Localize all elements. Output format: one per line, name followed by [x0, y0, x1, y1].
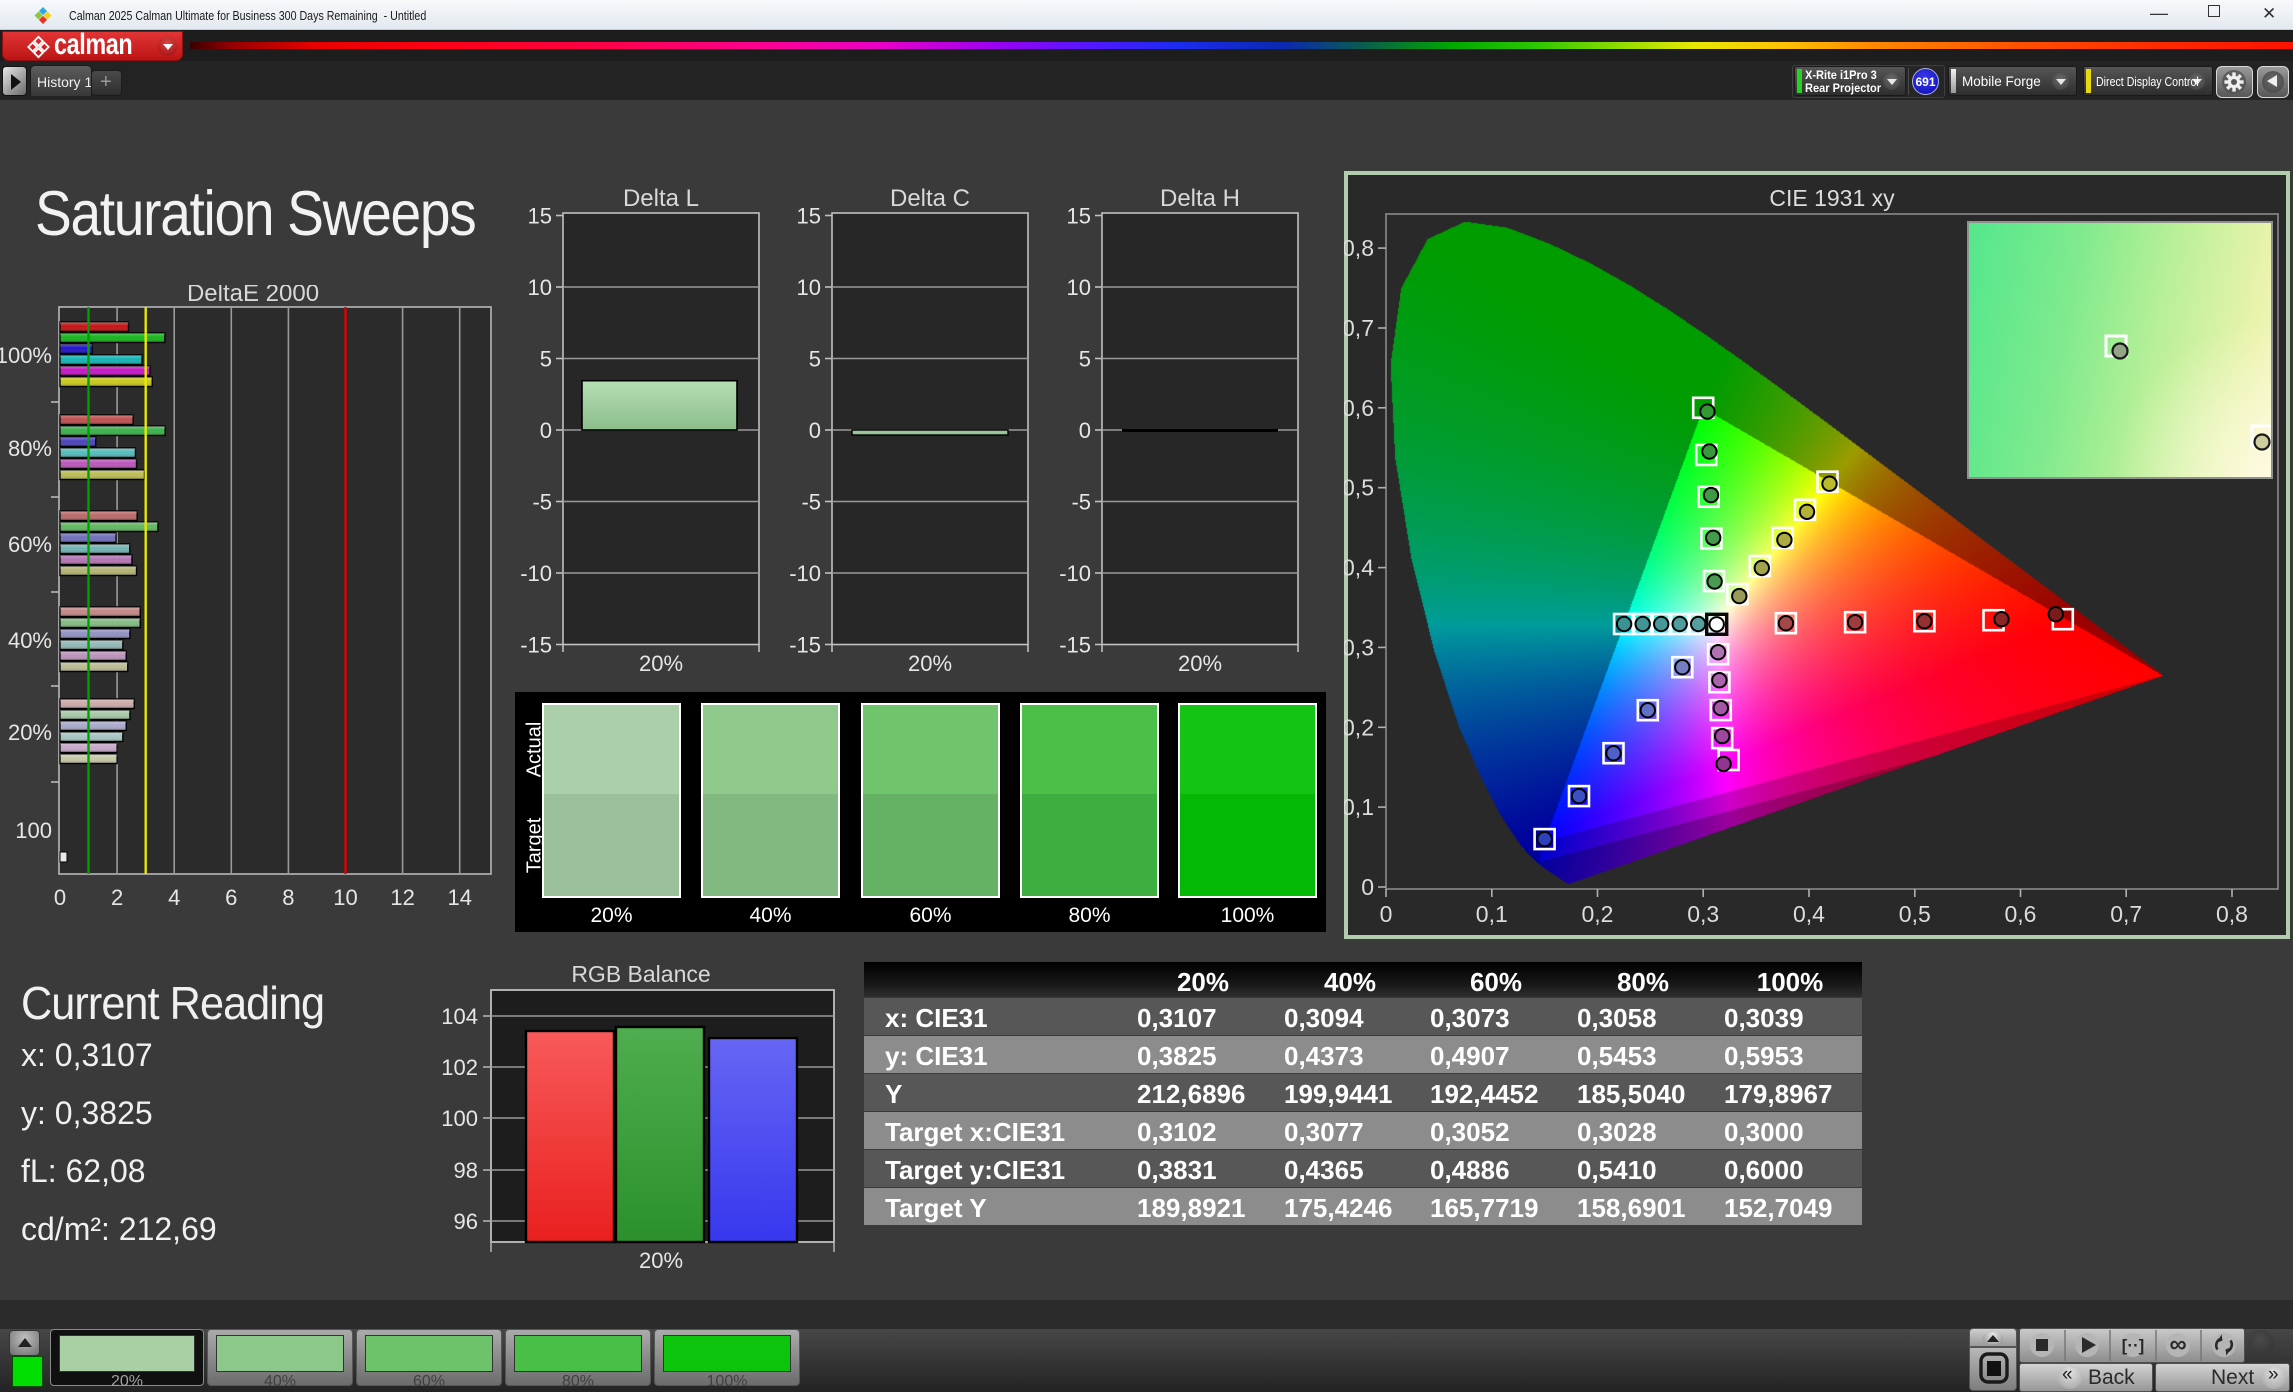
svg-text:80%: 80%: [8, 436, 52, 461]
svg-text:0: 0: [1361, 874, 1374, 900]
svg-text:20%: 20%: [908, 651, 952, 676]
svg-text:∞: ∞: [2169, 1331, 2186, 1358]
svg-text:-10: -10: [520, 561, 552, 586]
svg-text:15: 15: [1067, 204, 1091, 229]
svg-text:0,7: 0,7: [2110, 901, 2142, 927]
svg-text:5: 5: [809, 347, 821, 372]
svg-text:20%: 20%: [639, 651, 683, 676]
svg-text:-10: -10: [1059, 561, 1091, 586]
svg-text:100%: 100%: [0, 343, 52, 368]
svg-text:100: 100: [441, 1106, 478, 1131]
svg-text:2: 2: [111, 885, 123, 910]
svg-text:0,4: 0,4: [1793, 901, 1825, 927]
svg-text:0: 0: [54, 885, 66, 910]
svg-text:102: 102: [441, 1055, 478, 1080]
svg-text:12: 12: [390, 885, 414, 910]
svg-text:4: 4: [168, 885, 180, 910]
svg-text:10: 10: [797, 275, 821, 300]
svg-text:10: 10: [333, 885, 357, 910]
svg-text:15: 15: [528, 204, 552, 229]
svg-text:0,1: 0,1: [1344, 794, 1374, 820]
svg-text:0,2: 0,2: [1344, 714, 1374, 740]
svg-text:104: 104: [441, 1004, 478, 1029]
svg-text:60%: 60%: [8, 532, 52, 557]
svg-text:8: 8: [282, 885, 294, 910]
svg-text:0,8: 0,8: [2216, 901, 2248, 927]
svg-text:CIE 1931 xy: CIE 1931 xy: [1769, 185, 1895, 211]
svg-text:0: 0: [809, 418, 821, 443]
svg-text:Delta H: Delta H: [1160, 185, 1240, 212]
svg-text:0,6: 0,6: [1344, 395, 1374, 421]
svg-text:-5: -5: [532, 490, 552, 515]
svg-text:14: 14: [447, 885, 471, 910]
svg-text:0,2: 0,2: [1582, 901, 1614, 927]
svg-text:-5: -5: [1071, 490, 1091, 515]
svg-text:10: 10: [528, 275, 552, 300]
svg-text:Delta L: Delta L: [623, 185, 699, 212]
svg-text:5: 5: [1079, 347, 1091, 372]
svg-text:0: 0: [1380, 901, 1393, 927]
svg-text:0,6: 0,6: [2005, 901, 2037, 927]
svg-text:DeltaE 2000: DeltaE 2000: [187, 285, 319, 307]
svg-text:98: 98: [454, 1158, 478, 1183]
svg-text:0: 0: [1079, 418, 1091, 443]
svg-text:-15: -15: [520, 633, 552, 658]
svg-text:-5: -5: [801, 490, 821, 515]
svg-text:0,8: 0,8: [1344, 235, 1374, 261]
svg-text:0,3: 0,3: [1687, 901, 1719, 927]
svg-text:0,4: 0,4: [1344, 555, 1374, 581]
svg-text:0: 0: [540, 418, 552, 443]
svg-text:100: 100: [15, 818, 52, 843]
svg-text:RGB Balance: RGB Balance: [571, 961, 710, 987]
svg-text:20%: 20%: [1178, 651, 1222, 676]
svg-text:5: 5: [540, 347, 552, 372]
svg-text:6: 6: [225, 885, 237, 910]
svg-text:20%: 20%: [8, 720, 52, 745]
svg-text:0,1: 0,1: [1476, 901, 1508, 927]
svg-text:0,5: 0,5: [1899, 901, 1931, 927]
svg-text:0,3: 0,3: [1344, 634, 1374, 660]
svg-text:0,5: 0,5: [1344, 475, 1374, 501]
svg-text:0,7: 0,7: [1344, 315, 1374, 341]
svg-text:[··]: [··]: [2122, 1336, 2145, 1355]
svg-text:-10: -10: [789, 561, 821, 586]
svg-text:15: 15: [797, 204, 821, 229]
svg-text:-15: -15: [1059, 633, 1091, 658]
svg-text:20%: 20%: [639, 1248, 683, 1270]
svg-text:10: 10: [1067, 275, 1091, 300]
svg-text:40%: 40%: [8, 628, 52, 653]
svg-text:96: 96: [454, 1209, 478, 1234]
svg-text:-15: -15: [789, 633, 821, 658]
svg-text:Delta C: Delta C: [890, 185, 970, 212]
